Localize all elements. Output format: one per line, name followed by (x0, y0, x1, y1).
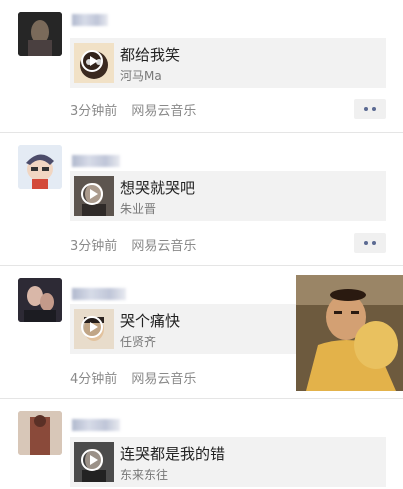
post-source[interactable]: 网易云音乐 (131, 372, 196, 387)
avatar-image (18, 278, 62, 322)
artist-name: 任贤齐 (120, 335, 157, 349)
post-time: 3分钟前 (70, 239, 118, 254)
play-icon[interactable] (81, 50, 103, 72)
username-blurred[interactable] (72, 288, 126, 300)
music-share-card[interactable]: 想哭就哭吧 朱业晋 (70, 171, 386, 221)
avatar[interactable] (18, 12, 62, 56)
artist-name: 东来东往 (120, 468, 169, 482)
album-cover (74, 43, 114, 83)
post-meta: 4分钟前 网易云音乐 (70, 368, 206, 387)
post-time: 4分钟前 (70, 372, 118, 387)
more-dots-icon[interactable] (354, 99, 386, 119)
moment-post: 想哭就哭吧 朱业晋 3分钟前 网易云音乐 (0, 133, 403, 265)
username-blurred[interactable] (72, 419, 120, 431)
more-dots-icon[interactable] (354, 233, 386, 253)
song-title: 都给我笑 (120, 46, 181, 64)
meme-photo (296, 275, 403, 391)
music-share-card[interactable]: 都给我笑 河马Ma (70, 38, 386, 88)
post-time: 3分钟前 (70, 104, 118, 119)
username-blurred[interactable] (72, 14, 108, 26)
post-source[interactable]: 网易云音乐 (131, 104, 196, 119)
moment-post: 都给我笑 河马Ma 3分钟前 网易云音乐 (0, 0, 403, 132)
play-icon[interactable] (81, 449, 103, 471)
avatar[interactable] (18, 145, 62, 189)
avatar-image (18, 145, 62, 189)
album-cover (74, 176, 114, 216)
post-source[interactable]: 网易云音乐 (131, 239, 196, 254)
song-title: 想哭就哭吧 (120, 179, 196, 197)
song-title: 哭个痛快 (120, 312, 181, 330)
username-blurred[interactable] (72, 155, 120, 167)
music-share-card[interactable]: 连哭都是我的错 东来东往 (70, 437, 386, 487)
avatar-image (18, 411, 62, 455)
play-icon[interactable] (81, 183, 103, 205)
music-share-card[interactable]: 哭个痛快 任贤齐 (70, 304, 296, 354)
post-meta: 3分钟前 网易云音乐 (70, 100, 206, 119)
avatar[interactable] (18, 411, 62, 455)
album-cover (74, 309, 114, 349)
album-cover (74, 442, 114, 482)
moment-post: 连哭都是我的错 东来东往 (0, 399, 403, 489)
avatar[interactable] (18, 278, 62, 322)
post-meta: 3分钟前 网易云音乐 (70, 235, 206, 254)
artist-name: 朱业晋 (120, 202, 157, 216)
avatar-image (18, 12, 62, 56)
artist-name: 河马Ma (120, 69, 162, 83)
song-title: 连哭都是我的错 (120, 445, 226, 463)
play-icon[interactable] (81, 316, 103, 338)
